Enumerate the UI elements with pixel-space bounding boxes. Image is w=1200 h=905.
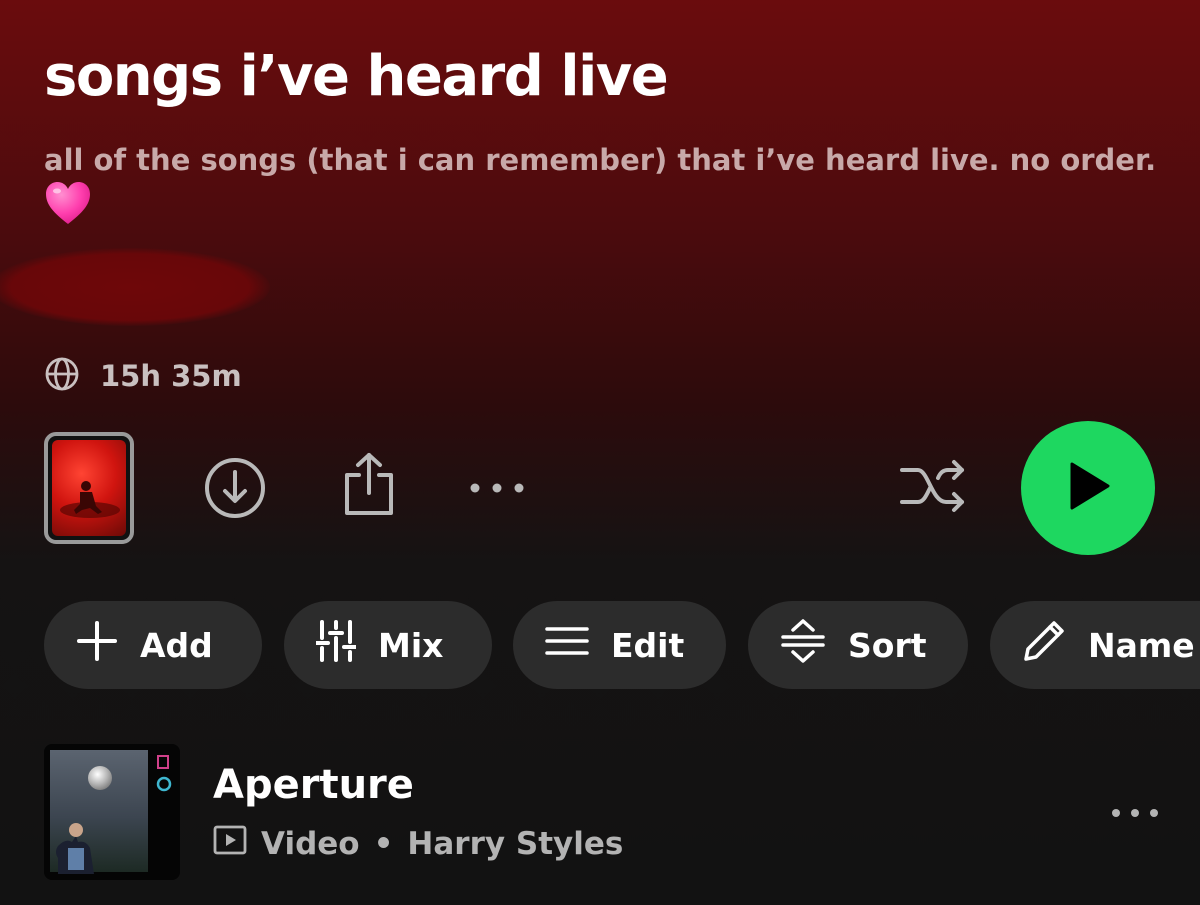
sort-chip-label: Sort [848,625,927,665]
playlist-description: all of the songs (that i can remember) t… [44,143,1157,177]
more-horizontal-icon [469,479,525,498]
track-title: Aperture [213,762,414,808]
play-icon [1064,460,1112,516]
track-artist: Harry Styles [407,826,624,862]
redacted-owner-area [0,248,270,326]
sort-icon [780,618,826,672]
sort-chip[interactable]: Sort [748,601,968,689]
playlist-cover-thumbnail[interactable] [44,432,134,544]
mix-chip-label: Mix [378,625,444,665]
download-button[interactable] [200,455,270,525]
track-type: Video [261,826,360,862]
globe-icon [44,356,80,396]
pencil-icon [1022,619,1066,671]
pink-heart-icon [44,180,92,226]
more-options-button[interactable] [462,462,532,514]
playlist-title: songs i’ve heard live [44,44,669,109]
edit-chip[interactable]: Edit [513,601,726,689]
share-button[interactable] [334,450,404,522]
download-circle-icon [203,456,267,524]
play-button[interactable] [1021,421,1155,555]
meta-separator: • [373,826,394,862]
mix-chip[interactable]: Mix [284,601,492,689]
more-horizontal-icon [1111,803,1159,822]
shuffle-icon [898,456,970,520]
name-chip-label: Name [1088,625,1195,665]
share-icon [341,451,397,521]
video-icon [213,825,247,863]
track-meta: Video • Harry Styles [213,822,623,866]
add-chip[interactable]: Add [44,601,262,689]
track-more-button[interactable] [1100,790,1170,834]
add-chip-label: Add [140,625,213,665]
playlist-duration: 15h 35m [100,359,242,393]
track-thumbnail[interactable] [44,744,180,880]
shuffle-button[interactable] [896,455,972,521]
edit-chip-label: Edit [611,625,685,665]
lines-icon [545,625,589,665]
sliders-icon [314,618,358,672]
name-chip[interactable]: Name [990,601,1200,689]
playlist-meta: 15h 35m [44,356,242,396]
plus-icon [76,620,118,670]
